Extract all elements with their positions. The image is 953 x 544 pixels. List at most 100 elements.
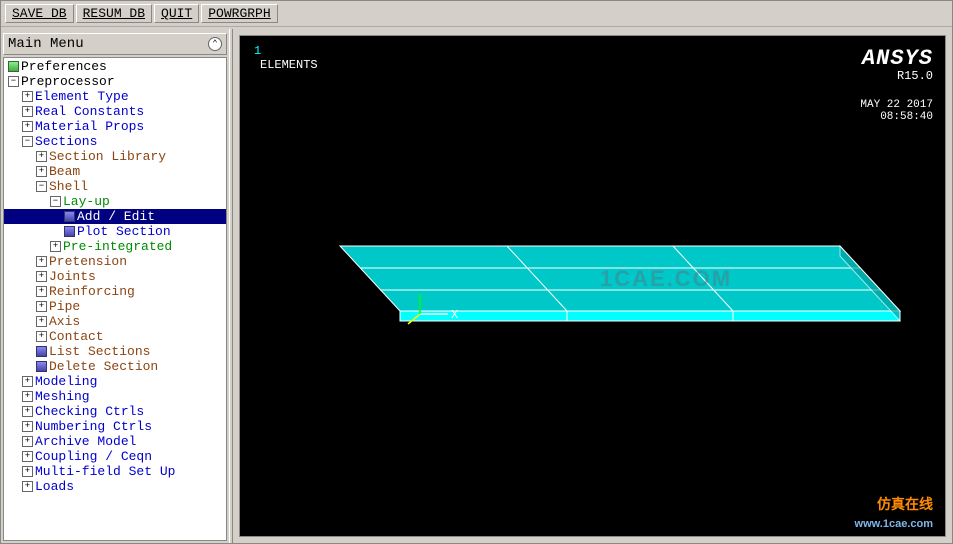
tree-label: Preprocessor — [21, 74, 115, 89]
tree-item-preferences[interactable]: Preferences — [4, 59, 226, 74]
tree-label: Material Props — [35, 119, 144, 134]
tree-panel: Main Menu ⌃ Preferences−Preprocessor+Ele… — [1, 29, 229, 543]
tree-item-add-edit[interactable]: Add / Edit — [4, 209, 226, 224]
leaf-icon — [8, 61, 19, 72]
watermark-center: 1CAE.COM — [600, 266, 732, 292]
leaf-icon — [36, 361, 47, 372]
expand-icon[interactable]: + — [22, 466, 33, 477]
tree-label: Shell — [49, 179, 88, 194]
tree-item-pipe[interactable]: +Pipe — [4, 299, 226, 314]
expand-icon[interactable]: + — [36, 271, 47, 282]
tree-label: Delete Section — [49, 359, 158, 374]
tree-item-pre-integrated[interactable]: +Pre-integrated — [4, 239, 226, 254]
tree-item-material-props[interactable]: +Material Props — [4, 119, 226, 134]
expand-icon[interactable]: + — [22, 481, 33, 492]
tree-item-preprocessor[interactable]: −Preprocessor — [4, 74, 226, 89]
tree-item-section-library[interactable]: +Section Library — [4, 149, 226, 164]
main-menu-tree[interactable]: Preferences−Preprocessor+Element Type+Re… — [3, 57, 227, 541]
expand-icon[interactable]: + — [36, 301, 47, 312]
expand-icon[interactable]: + — [22, 106, 33, 117]
tree-item-pretension[interactable]: +Pretension — [4, 254, 226, 269]
save-db-button[interactable]: SAVE_DB — [5, 4, 74, 23]
collapse-panel-icon[interactable]: ⌃ — [208, 37, 222, 51]
expand-icon[interactable]: + — [36, 331, 47, 342]
tree-label: Pre-integrated — [63, 239, 172, 254]
tree-label: Modeling — [35, 374, 97, 389]
tree-label: Axis — [49, 314, 80, 329]
tree-item-multi-field-set-up[interactable]: +Multi-field Set Up — [4, 464, 226, 479]
tree-item-meshing[interactable]: +Meshing — [4, 389, 226, 404]
tree-item-joints[interactable]: +Joints — [4, 269, 226, 284]
tree-item-shell[interactable]: −Shell — [4, 179, 226, 194]
tree-item-lay-up[interactable]: −Lay-up — [4, 194, 226, 209]
tree-item-axis[interactable]: +Axis — [4, 314, 226, 329]
tree-label: Pipe — [49, 299, 80, 314]
viewport-number: 1 — [254, 44, 261, 58]
tree-item-archive-model[interactable]: +Archive Model — [4, 434, 226, 449]
tree-label: Contact — [49, 329, 104, 344]
axis-x-label: X — [451, 308, 458, 322]
plot-time: 08:58:40 — [860, 111, 933, 123]
expand-icon[interactable]: + — [36, 256, 47, 267]
tree-label: Real Constants — [35, 104, 144, 119]
brand-block: ANSYS R15.0 MAY 22 2017 08:58:40 — [860, 46, 933, 123]
expand-icon[interactable]: + — [50, 241, 61, 252]
expand-icon[interactable]: + — [22, 391, 33, 402]
shell-elements-plot: X — [280, 236, 920, 396]
collapse-icon[interactable]: − — [8, 76, 19, 87]
tree-item-loads[interactable]: +Loads — [4, 479, 226, 494]
tree-item-coupling-ceqn[interactable]: +Coupling / Ceqn — [4, 449, 226, 464]
quit-button[interactable]: QUIT — [154, 4, 199, 23]
collapse-icon[interactable]: − — [22, 136, 33, 147]
tree-item-reinforcing[interactable]: +Reinforcing — [4, 284, 226, 299]
tree-header: Main Menu ⌃ — [3, 33, 227, 55]
tree-label: Pretension — [49, 254, 127, 269]
collapse-icon[interactable]: − — [36, 181, 47, 192]
tree-item-numbering-ctrls[interactable]: +Numbering Ctrls — [4, 419, 226, 434]
tree-item-element-type[interactable]: +Element Type — [4, 89, 226, 104]
powrgrph-button[interactable]: POWRGRPH — [201, 4, 277, 23]
tree-item-modeling[interactable]: +Modeling — [4, 374, 226, 389]
tree-label: Preferences — [21, 59, 107, 74]
viewport-container: 1 ELEMENTS ANSYS R15.0 MAY 22 2017 08:58… — [233, 29, 952, 543]
tree-item-checking-ctrls[interactable]: +Checking Ctrls — [4, 404, 226, 419]
expand-icon[interactable]: + — [22, 451, 33, 462]
viewport-title: ELEMENTS — [260, 58, 318, 72]
expand-icon[interactable]: + — [36, 151, 47, 162]
tree-label: Coupling / Ceqn — [35, 449, 152, 464]
top-toolbar: SAVE_DB RESUM_DB QUIT POWRGRPH — [1, 1, 952, 27]
expand-icon[interactable]: + — [36, 166, 47, 177]
tree-item-plot-section[interactable]: Plot Section — [4, 224, 226, 239]
collapse-icon[interactable]: − — [50, 196, 61, 207]
tree-item-sections[interactable]: −Sections — [4, 134, 226, 149]
tree-label: Numbering Ctrls — [35, 419, 152, 434]
tree-label: Meshing — [35, 389, 90, 404]
tree-label: Checking Ctrls — [35, 404, 144, 419]
expand-icon[interactable]: + — [22, 406, 33, 417]
resum-db-button[interactable]: RESUM_DB — [76, 4, 152, 23]
expand-icon[interactable]: + — [22, 436, 33, 447]
leaf-icon — [64, 226, 75, 237]
tree-label: Joints — [49, 269, 96, 284]
expand-icon[interactable]: + — [36, 286, 47, 297]
tree-item-delete-section[interactable]: Delete Section — [4, 359, 226, 374]
tree-label: Sections — [35, 134, 97, 149]
tree-item-contact[interactable]: +Contact — [4, 329, 226, 344]
expand-icon[interactable]: + — [22, 421, 33, 432]
tree-label: Element Type — [35, 89, 129, 104]
tree-title: Main Menu — [8, 36, 84, 52]
tree-item-list-sections[interactable]: List Sections — [4, 344, 226, 359]
tree-item-real-constants[interactable]: +Real Constants — [4, 104, 226, 119]
graphics-viewport[interactable]: 1 ELEMENTS ANSYS R15.0 MAY 22 2017 08:58… — [239, 35, 946, 537]
watermark-url: www.1cae.com — [855, 518, 933, 530]
tree-label: Multi-field Set Up — [35, 464, 175, 479]
tree-label: Lay-up — [63, 194, 110, 209]
expand-icon[interactable]: + — [22, 121, 33, 132]
tree-item-beam[interactable]: +Beam — [4, 164, 226, 179]
watermark-brand-cn: 仿真在线 — [877, 494, 933, 514]
expand-icon[interactable]: + — [22, 376, 33, 387]
tree-label: Reinforcing — [49, 284, 135, 299]
tree-label: List Sections — [49, 344, 150, 359]
expand-icon[interactable]: + — [22, 91, 33, 102]
expand-icon[interactable]: + — [36, 316, 47, 327]
